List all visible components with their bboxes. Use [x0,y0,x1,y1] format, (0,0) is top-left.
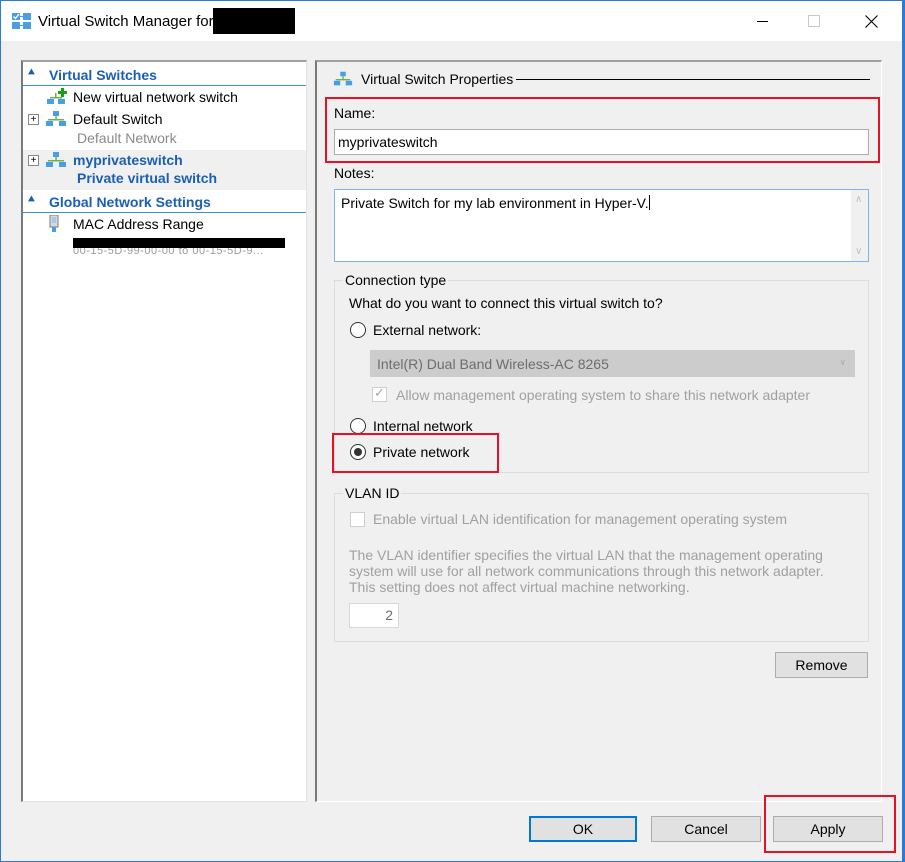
notes-label: Notes: [334,165,375,181]
enable-vlan-label: Enable virtual LAN identification for ma… [373,511,787,527]
expand-plus-icon[interactable]: + [28,114,39,125]
connection-type-group: Connection type What do you want to conn… [334,272,869,473]
expand-plus-icon[interactable]: + [28,155,39,166]
vlan-id-group: VLAN ID Enable virtual LAN identificatio… [334,485,869,642]
apply-button[interactable]: Apply [773,816,883,842]
allow-management-checkbox[interactable] [372,385,387,402]
close-button[interactable] [848,1,894,41]
tree-item-label: myprivateswitch [73,152,183,168]
chevron-double-up-icon[interactable]: ⯅ [27,194,36,207]
cancel-button[interactable]: Cancel [651,816,761,842]
section-label: Virtual Switches [49,67,157,83]
tree-item-new-virtual-network-switch[interactable]: New virtual network switch [23,87,306,109]
remove-button[interactable]: Remove [775,652,868,678]
tree-item-label: Default Switch [73,111,163,127]
network-switch-icon [46,111,66,126]
maximize-button[interactable] [791,1,837,41]
scroll-down-icon[interactable]: ∨ [855,246,862,257]
notes-text: Private Switch for my lab environment in… [341,195,649,211]
notes-textarea[interactable]: Private Switch for my lab environment in… [334,189,869,262]
network-switch-icon [333,71,353,86]
tree-item-label: New virtual network switch [73,89,238,105]
external-adapter-dropdown[interactable]: Intel(R) Dual Band Wireless-AC 8265 ∨ [370,350,855,377]
name-label: Name: [334,105,376,121]
internal-network-radio[interactable] [350,418,366,434]
minimize-button[interactable] [739,1,785,41]
private-network-label[interactable]: Private network [373,444,469,460]
vlan-id-input[interactable]: 2 [349,603,399,628]
switch-tree-panel: ⯅ Virtual Switches New virtual network s… [21,60,307,802]
tree-item-default-switch[interactable]: + Default Switch Default Network [23,109,306,149]
tree-item-sublabel: Private virtual switch [77,170,218,186]
network-switch-icon [46,152,66,167]
window-title: Virtual Switch Manager for [38,13,214,30]
properties-title: Virtual Switch Properties [361,71,514,87]
properties-header: Virtual Switch Properties [333,70,873,88]
redacted-host-name [213,8,295,34]
vlan-id-title: VLAN ID [343,485,402,501]
tree-item-sublabel: Default Network [77,130,177,146]
virtual-switch-manager-window: Virtual Switch Manager for ⯅ Virtual Swi… [0,0,905,862]
allow-management-label: Allow management operating system to sha… [396,387,810,403]
switch-name-input[interactable] [334,129,869,155]
add-switch-icon [47,88,67,104]
section-global-network-settings[interactable]: ⯅ Global Network Settings [23,191,306,213]
chevron-double-up-icon[interactable]: ⯅ [27,67,36,80]
section-label: Global Network Settings [49,194,211,210]
tree-item-myprivateswitch[interactable]: + myprivateswitch Private virtual switch [23,150,306,190]
close-icon [864,14,878,28]
scroll-up-icon[interactable]: ∧ [855,194,862,205]
header-divider [516,79,870,80]
title-bar: Virtual Switch Manager for [1,1,902,41]
private-network-radio[interactable] [350,444,366,460]
virtual-switch-properties-panel: Virtual Switch Properties Name: Notes: P… [315,60,882,802]
text-caret [648,195,650,210]
maximize-icon [808,15,820,27]
connection-type-title: Connection type [343,272,449,288]
redacted-mac-range [73,238,285,248]
tree-item-label: MAC Address Range [73,216,204,232]
network-adapter-icon [49,215,59,232]
connection-question: What do you want to connect this virtual… [349,295,663,311]
internal-network-label[interactable]: Internal network [373,418,473,434]
virtual-switch-manager-app-icon [12,13,31,29]
enable-vlan-checkbox[interactable] [350,512,365,527]
section-virtual-switches[interactable]: ⯅ Virtual Switches [23,64,306,86]
external-network-radio[interactable] [350,322,366,338]
chevron-down-icon: ∨ [839,357,846,367]
external-network-label[interactable]: External network: [373,322,481,338]
notes-scrollbar[interactable]: ∧ ∨ [851,190,868,261]
minimize-icon [757,21,768,22]
selected-adapter: Intel(R) Dual Band Wireless-AC 8265 [377,356,609,372]
ok-button[interactable]: OK [529,816,637,842]
vlan-description: The VLAN identifier specifies the virtua… [349,547,824,595]
